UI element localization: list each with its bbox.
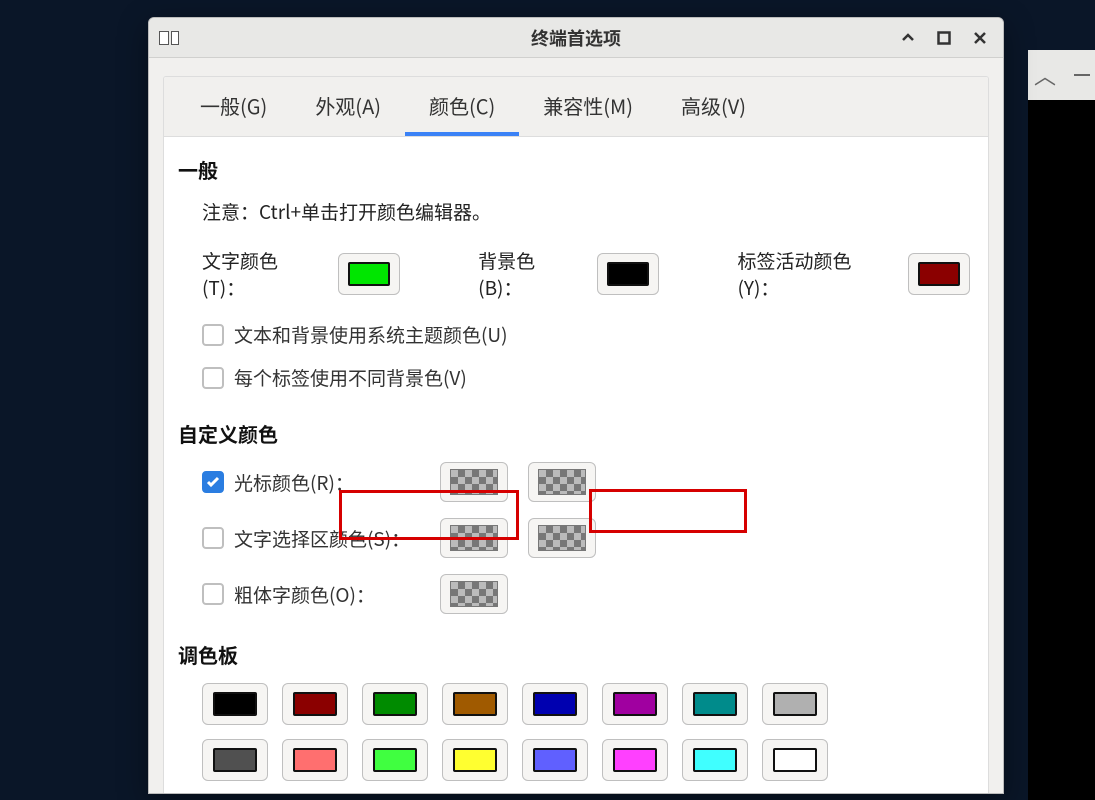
cursor-color-fg-button[interactable] <box>440 462 508 502</box>
chevron-up-icon[interactable]: ︿ <box>1034 59 1056 91</box>
selection-color-label: 文字选择区颜色(S)： <box>234 525 410 552</box>
tab-activity-color-swatch <box>918 262 960 286</box>
palette-swatch <box>373 692 417 716</box>
bg-color-swatch <box>607 262 649 286</box>
palette-color-1[interactable] <box>282 683 348 725</box>
palette-color-7[interactable] <box>762 683 828 725</box>
selection-color-checkbox[interactable] <box>202 527 224 549</box>
editor-hint: 注意：Ctrl+单击打开颜色编辑器。 <box>202 198 970 225</box>
palette-swatch <box>533 748 577 772</box>
checker-icon <box>450 581 498 607</box>
palette-color-8[interactable] <box>202 739 268 781</box>
cursor-color-bg-button[interactable] <box>528 462 596 502</box>
background-window-ctrl: ︿ <box>1028 50 1095 100</box>
use-system-theme-label: 文本和背景使用系统主题颜色(U) <box>234 321 508 348</box>
bold-color-label: 粗体字颜色(O)： <box>234 581 375 608</box>
tab-advanced[interactable]: 高级(V) <box>657 77 770 136</box>
palette-swatch <box>453 748 497 772</box>
palette-color-9[interactable] <box>282 739 348 781</box>
cursor-color-checkbox[interactable] <box>202 471 224 493</box>
palette-color-2[interactable] <box>362 683 428 725</box>
background-terminal-area <box>1028 100 1095 800</box>
chevron-up-icon[interactable] <box>897 27 919 49</box>
palette-swatch <box>693 748 737 772</box>
section-general-title: 一般 <box>178 155 970 184</box>
colors-panel: 一般 注意：Ctrl+单击打开颜色编辑器。 文字颜色(T)： 背景色(B)： 标… <box>164 137 988 793</box>
checker-icon <box>538 525 586 551</box>
tab-activity-color-label: 标签活动颜色(Y)： <box>737 247 883 301</box>
vary-bg-checkbox[interactable] <box>202 367 224 389</box>
bg-color-label: 背景色(B)： <box>478 247 573 301</box>
palette-swatch <box>773 692 817 716</box>
close-icon[interactable] <box>969 27 991 49</box>
app-icon <box>149 31 179 45</box>
bg-color-button[interactable] <box>597 253 659 295</box>
checker-icon <box>450 469 498 495</box>
palette-swatch <box>213 692 257 716</box>
preferences-window: 终端首选项 一般(G) 外观(A) 颜色(C) 兼容性(M) 高级(V) 一般 … <box>148 17 1004 794</box>
palette-color-15[interactable] <box>762 739 828 781</box>
checker-icon <box>538 469 586 495</box>
palette-grid <box>202 683 842 781</box>
checker-icon <box>450 525 498 551</box>
text-color-label: 文字颜色(T)： <box>202 247 314 301</box>
palette-swatch <box>453 692 497 716</box>
palette-color-3[interactable] <box>442 683 508 725</box>
palette-swatch <box>613 748 657 772</box>
palette-color-10[interactable] <box>362 739 428 781</box>
use-system-theme-checkbox[interactable] <box>202 324 224 346</box>
palette-color-5[interactable] <box>602 683 668 725</box>
palette-swatch <box>213 748 257 772</box>
palette-color-13[interactable] <box>602 739 668 781</box>
palette-swatch <box>373 748 417 772</box>
tab-appearance[interactable]: 外观(A) <box>291 77 405 136</box>
content-pane: 一般(G) 外观(A) 颜色(C) 兼容性(M) 高级(V) 一般 注意：Ctr… <box>163 76 989 793</box>
selection-color-bg-button[interactable] <box>528 518 596 558</box>
maximize-icon[interactable] <box>933 27 955 49</box>
section-palette-title: 调色板 <box>178 640 970 669</box>
bold-color-button[interactable] <box>440 574 508 614</box>
bold-color-checkbox[interactable] <box>202 583 224 605</box>
tab-activity-color-button[interactable] <box>908 253 970 295</box>
titlebar[interactable]: 终端首选项 <box>149 18 1003 58</box>
palette-color-0[interactable] <box>202 683 268 725</box>
vary-bg-label: 每个标签使用不同背景色(V) <box>234 364 467 391</box>
palette-swatch <box>613 692 657 716</box>
palette-color-11[interactable] <box>442 739 508 781</box>
minimize-icon[interactable] <box>1074 74 1090 76</box>
text-color-button[interactable] <box>338 253 400 295</box>
window-title: 终端首选项 <box>149 25 1003 51</box>
tab-bar: 一般(G) 外观(A) 颜色(C) 兼容性(M) 高级(V) <box>164 77 988 137</box>
tab-colors[interactable]: 颜色(C) <box>405 77 519 136</box>
text-color-swatch <box>348 262 390 286</box>
tab-compat[interactable]: 兼容性(M) <box>519 77 657 136</box>
palette-swatch <box>293 692 337 716</box>
selection-color-fg-button[interactable] <box>440 518 508 558</box>
palette-swatch <box>533 692 577 716</box>
palette-swatch <box>293 748 337 772</box>
section-custom-title: 自定义颜色 <box>178 419 970 448</box>
palette-color-12[interactable] <box>522 739 588 781</box>
palette-color-4[interactable] <box>522 683 588 725</box>
tab-general[interactable]: 一般(G) <box>176 77 291 136</box>
palette-swatch <box>693 692 737 716</box>
palette-color-6[interactable] <box>682 683 748 725</box>
palette-color-14[interactable] <box>682 739 748 781</box>
palette-swatch <box>773 748 817 772</box>
cursor-color-label: 光标颜色(R)： <box>234 469 354 496</box>
